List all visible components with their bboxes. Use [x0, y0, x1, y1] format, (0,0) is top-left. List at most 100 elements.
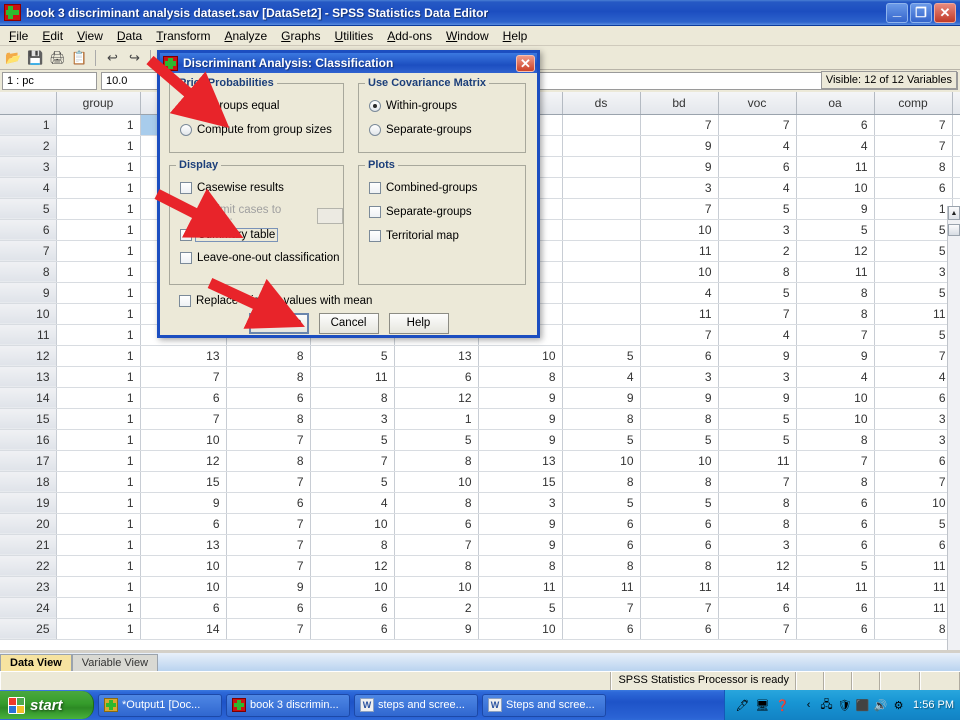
vertical-scroll-thumb[interactable] — [948, 224, 960, 236]
taskbar-item[interactable]: *Output1 [Doc... — [98, 694, 222, 717]
grid-cell[interactable]: 5 — [874, 513, 952, 534]
grid-cell[interactable]: 8 — [226, 366, 310, 387]
grid-cell[interactable]: 1 — [56, 240, 140, 261]
grid-cell[interactable]: 6 — [640, 513, 718, 534]
grid-cell[interactable]: 3 — [874, 261, 952, 282]
grid-cell[interactable]: 10 — [796, 387, 874, 408]
table-row[interactable]: 1711287813101011761.00 — [0, 450, 960, 471]
grid-cell[interactable]: 11 — [874, 555, 952, 576]
table-row[interactable]: 211137879663662.00 — [0, 534, 960, 555]
grid-cell[interactable]: 4 — [562, 366, 640, 387]
grid-cell[interactable]: 5 — [874, 324, 952, 345]
menu-analyze[interactable]: Analyze — [217, 27, 274, 45]
grid-cell[interactable]: 8 — [640, 471, 718, 492]
grid-cell[interactable]: 7 — [874, 114, 952, 135]
menu-edit[interactable]: Edit — [35, 27, 70, 45]
table-row[interactable]: 23110910101111111411111.00 — [0, 576, 960, 597]
grid-cell[interactable]: 8 — [562, 471, 640, 492]
table-row[interactable]: 241666257766112.00 — [0, 597, 960, 618]
table-row[interactable]: 131781168433441.00 — [0, 366, 960, 387]
grid-cell[interactable]: 1 — [56, 261, 140, 282]
grid-cell[interactable]: 1 — [874, 198, 952, 219]
grid-cell[interactable]: 7 — [310, 450, 394, 471]
shield-icon[interactable]: ⚙ — [891, 698, 906, 713]
cancel-button[interactable]: Cancel — [319, 313, 379, 334]
grid-cell[interactable]: 1 — [56, 198, 140, 219]
menu-view[interactable]: View — [70, 27, 110, 45]
grid-cell[interactable]: 6 — [226, 597, 310, 618]
grid-cell[interactable]: 12 — [140, 450, 226, 471]
pen-icon[interactable]: 🖊 — [735, 698, 750, 713]
table-row[interactable]: 18115751015887872.00 — [0, 471, 960, 492]
grid-cell[interactable]: 7 — [562, 597, 640, 618]
grid-cell[interactable]: 12 — [394, 387, 478, 408]
close-button[interactable]: ✕ — [934, 3, 956, 23]
grid-cell[interactable]: 7 — [874, 135, 952, 156]
grid-cell[interactable]: 7 — [140, 408, 226, 429]
grid-cell[interactable]: 1 — [56, 114, 140, 135]
grid-cell[interactable]: 10 — [140, 576, 226, 597]
grid-cell[interactable]: 12 — [310, 555, 394, 576]
grid-cell[interactable]: 8 — [478, 366, 562, 387]
grid-cell[interactable]: 1 — [56, 156, 140, 177]
grid-cell[interactable]: 8 — [226, 450, 310, 471]
grid-cell[interactable]: 11 — [796, 156, 874, 177]
grid-cell[interactable]: 1 — [56, 282, 140, 303]
grid-cell[interactable]: 5 — [478, 597, 562, 618]
grid-cell[interactable]: 11 — [640, 240, 718, 261]
grid-cell[interactable]: 10 — [640, 450, 718, 471]
grid-cell[interactable]: 2.00 — [952, 135, 960, 156]
checkbox-replace-missing-values[interactable]: Replace missing values with mean — [179, 295, 372, 307]
grid-cell[interactable]: 11 — [796, 261, 874, 282]
grid-cell[interactable]: 8 — [718, 261, 796, 282]
grid-cell[interactable]: 6 — [640, 345, 718, 366]
grid-cell[interactable]: 5 — [640, 429, 718, 450]
grid-cell[interactable]: 5 — [874, 240, 952, 261]
grid-cell[interactable]: 13 — [140, 534, 226, 555]
grid-cell[interactable]: 7 — [874, 471, 952, 492]
open-file-icon[interactable]: 📂 — [4, 48, 23, 67]
menu-help[interactable]: Help — [496, 27, 535, 45]
menu-add-ons[interactable]: Add-ons — [380, 27, 439, 45]
grid-cell[interactable]: 9 — [478, 534, 562, 555]
grid-cell[interactable]: 6 — [562, 534, 640, 555]
taskbar-item[interactable]: Wsteps and scree... — [354, 694, 478, 717]
row-header[interactable]: 15 — [0, 408, 56, 429]
grid-cell[interactable]: 1 — [56, 534, 140, 555]
grid-cell[interactable]: 7 — [640, 597, 718, 618]
grid-cell[interactable]: 8 — [310, 387, 394, 408]
row-header[interactable]: 21 — [0, 534, 56, 555]
grid-cell[interactable]: 8 — [562, 408, 640, 429]
grid-cell[interactable]: 10 — [640, 261, 718, 282]
grid-cell[interactable]: 8 — [226, 408, 310, 429]
grid-cell[interactable] — [562, 303, 640, 324]
row-header[interactable]: 2 — [0, 135, 56, 156]
grid-cell[interactable]: 8 — [226, 345, 310, 366]
grid-cell[interactable]: 11 — [718, 450, 796, 471]
checkbox-separate-groups-plot[interactable]: Separate-groups — [369, 206, 472, 218]
grid-cell[interactable]: 4 — [874, 366, 952, 387]
grid-cell[interactable]: 6 — [640, 618, 718, 639]
menu-utilities[interactable]: Utilities — [328, 27, 381, 45]
tab-variable-view[interactable]: Variable View — [72, 654, 158, 671]
grid-cell[interactable]: 6 — [796, 597, 874, 618]
grid-cell[interactable] — [562, 198, 640, 219]
row-header[interactable]: 8 — [0, 261, 56, 282]
grid-cell[interactable]: 6 — [874, 387, 952, 408]
grid-cell[interactable]: 13 — [140, 345, 226, 366]
grid-cell[interactable]: 10 — [478, 345, 562, 366]
grid-cell[interactable]: 10 — [310, 576, 394, 597]
grid-cell[interactable]: 3 — [874, 408, 952, 429]
grid-cell[interactable]: 1 — [56, 513, 140, 534]
grid-cell[interactable] — [562, 156, 640, 177]
grid-cell[interactable]: 1.00 — [952, 177, 960, 198]
column-header-oa[interactable]: oa — [796, 92, 874, 114]
grid-cell[interactable]: 5 — [796, 219, 874, 240]
grid-cell[interactable]: 6 — [310, 597, 394, 618]
column-header-bd[interactable]: bd — [640, 92, 718, 114]
grid-cell[interactable]: 11 — [640, 303, 718, 324]
grid-cell[interactable] — [562, 219, 640, 240]
grid-cell[interactable]: 6 — [562, 513, 640, 534]
grid-cell[interactable]: 6 — [874, 450, 952, 471]
grid-cell[interactable]: 9 — [226, 576, 310, 597]
